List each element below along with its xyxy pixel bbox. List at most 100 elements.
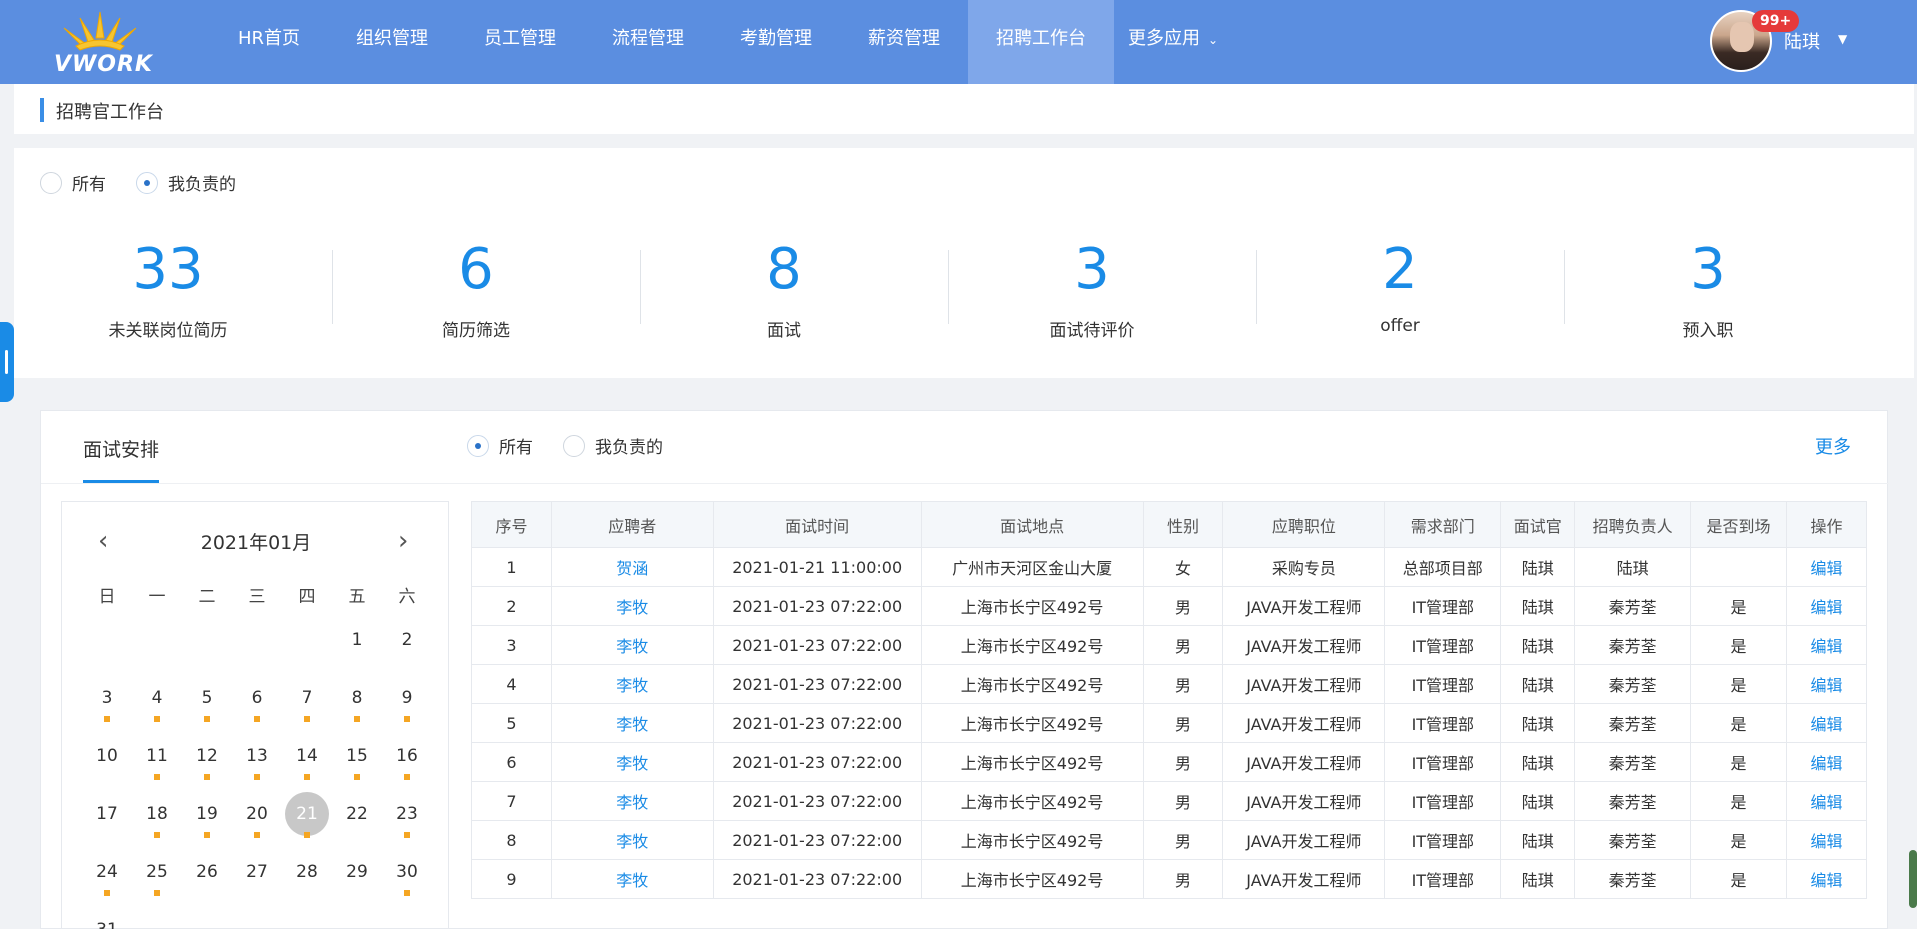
calendar-day[interactable]: 7 [282,676,332,734]
candidate-name-link[interactable]: 李牧 [550,859,714,899]
calendar-day[interactable]: 20 [232,792,282,850]
tab-interview-schedule[interactable]: 面试安排 [83,435,160,483]
calendar-day[interactable]: 23 [382,792,432,850]
stat-unlinked-resumes[interactable]: 33 未关联岗位简历 [14,238,322,348]
edit-link[interactable]: 编辑 [1785,859,1868,899]
nav-item-salary[interactable]: 薪资管理 [840,0,968,84]
interview-marker-dot [154,890,160,896]
stat-resume-screening[interactable]: 6 简历筛选 [322,238,630,348]
calendar-day[interactable]: 24 [82,850,132,908]
stat-interview[interactable]: 8 面试 [630,238,938,348]
calendar-day-number: 18 [146,804,168,824]
nav-item-workflow[interactable]: 流程管理 [584,0,712,84]
stat-pre-onboarding[interactable]: 3 预入职 [1554,238,1862,348]
stat-pending-evaluation[interactable]: 3 面试待评价 [938,238,1246,348]
scope-filter: 所有 我负责的 [40,170,266,195]
calendar-day[interactable]: 26 [182,850,232,908]
nav-item-more-apps[interactable]: 更多应用 ⌄ [1114,0,1246,84]
edit-link[interactable]: 编辑 [1785,703,1868,743]
calendar-day[interactable]: 21 [282,792,332,850]
calendar-day[interactable]: 27 [232,850,282,908]
table-cell: 上海市长宁区492号 [920,781,1144,821]
calendar-day[interactable]: 5 [182,676,232,734]
calendar: ‹ 2021年01月 › 日一二三四五六 1 2 3 4 5 6 7 8 9 10 11 12 13 14 1… [61,501,449,929]
nav-item-attendance[interactable]: 考勤管理 [712,0,840,84]
user-name[interactable]: 陆琪 [1784,28,1820,54]
table-cell: 2021-01-23 07:22:00 [712,820,922,860]
nav-item-recruit-workbench[interactable]: 招聘工作台 [968,0,1115,84]
side-drawer-handle[interactable] [0,322,14,402]
interview-marker-dot [154,774,160,780]
calendar-day[interactable]: 16 [382,734,432,792]
calendar-day[interactable]: 10 [82,734,132,792]
nav-item-hr-home[interactable]: HR首页 [210,0,328,84]
calendar-day[interactable]: 9 [382,676,432,734]
table-cell: 是 [1690,703,1787,743]
calendar-day[interactable]: 13 [232,734,282,792]
calendar-day[interactable]: 19 [182,792,232,850]
interview-radio-all[interactable]: 所有 [467,433,533,458]
candidate-name-link[interactable]: 李牧 [550,820,714,860]
calendar-day[interactable]: 28 [282,850,332,908]
calendar-day[interactable]: 11 [132,734,182,792]
edit-link[interactable]: 编辑 [1785,625,1868,665]
stat-divider [1256,250,1257,324]
calendar-day[interactable]: 8 [332,676,382,734]
edit-link[interactable]: 编辑 [1785,742,1868,782]
table-row: 5 李牧 2021-01-23 07:22:00 上海市长宁区492号男 JAVA开发工… [471,703,1868,743]
scope-radio-mine[interactable]: 我负责的 [136,170,236,195]
candidate-name-link[interactable]: 李牧 [550,781,714,821]
stat-label: 面试 [767,321,801,341]
stat-offer[interactable]: 2 offer [1246,238,1554,348]
page-scrollbar[interactable] [1909,850,1917,908]
user-menu[interactable]: 99+ 陆琪 ▼ [1710,8,1910,76]
table-cell: 男 [1142,742,1224,782]
table-row: 2 李牧 2021-01-23 07:22:00 上海市长宁区492号男 JAVA开发工… [471,586,1868,626]
candidate-name-link[interactable]: 李牧 [550,703,714,743]
interview-marker-dot [254,716,260,722]
candidate-name-link[interactable]: 贺涵 [550,547,714,587]
calendar-day[interactable]: 3 [82,676,132,734]
calendar-day[interactable]: 2 [382,618,432,676]
table-cell: 秦芳荃 [1574,742,1692,782]
scope-radio-all[interactable]: 所有 [40,170,106,195]
interview-radio-mine[interactable]: 我负责的 [563,433,663,458]
edit-link[interactable]: 编辑 [1785,586,1868,626]
calendar-day[interactable]: 1 [332,618,382,676]
calendar-day[interactable]: 31 [82,908,132,929]
calendar-day[interactable]: 22 [332,792,382,850]
stat-divider [1564,250,1565,324]
calendar-day[interactable]: 30 [382,850,432,908]
calendar-day[interactable]: 6 [232,676,282,734]
vwork-logo[interactable]: VWORK [50,8,152,77]
calendar-day[interactable]: 4 [132,676,182,734]
column-header: 应聘者 [550,501,714,548]
calendar-day[interactable]: 14 [282,734,332,792]
calendar-day[interactable]: 29 [332,850,382,908]
nav-item-org[interactable]: 组织管理 [328,0,456,84]
calendar-day[interactable]: 25 [132,850,182,908]
candidate-name-link[interactable]: 李牧 [550,664,714,704]
radio-circle [40,171,62,194]
avatar-face [1730,22,1754,52]
divider [41,483,1889,484]
stat-value: 3 [1690,237,1726,302]
calendar-day[interactable]: 12 [182,734,232,792]
edit-link[interactable]: 编辑 [1785,820,1868,860]
candidate-name-link[interactable]: 李牧 [550,625,714,665]
chevron-right-icon[interactable]: › [398,528,408,554]
calendar-weekday: 二 [198,587,216,607]
more-link[interactable]: 更多 [1815,433,1851,459]
edit-link[interactable]: 编辑 [1785,664,1868,704]
caret-down-icon[interactable]: ▼ [1838,32,1847,46]
calendar-day[interactable]: 18 [132,792,182,850]
table-cell: 秦芳荃 [1574,703,1692,743]
candidate-name-link[interactable]: 李牧 [550,586,714,626]
nav-item-employee[interactable]: 员工管理 [456,0,584,84]
edit-link[interactable]: 编辑 [1785,547,1868,587]
candidate-name-link[interactable]: 李牧 [550,742,714,782]
table-cell: 秦芳荃 [1574,820,1692,860]
calendar-day[interactable]: 17 [82,792,132,850]
edit-link[interactable]: 编辑 [1785,781,1868,821]
calendar-day[interactable]: 15 [332,734,382,792]
